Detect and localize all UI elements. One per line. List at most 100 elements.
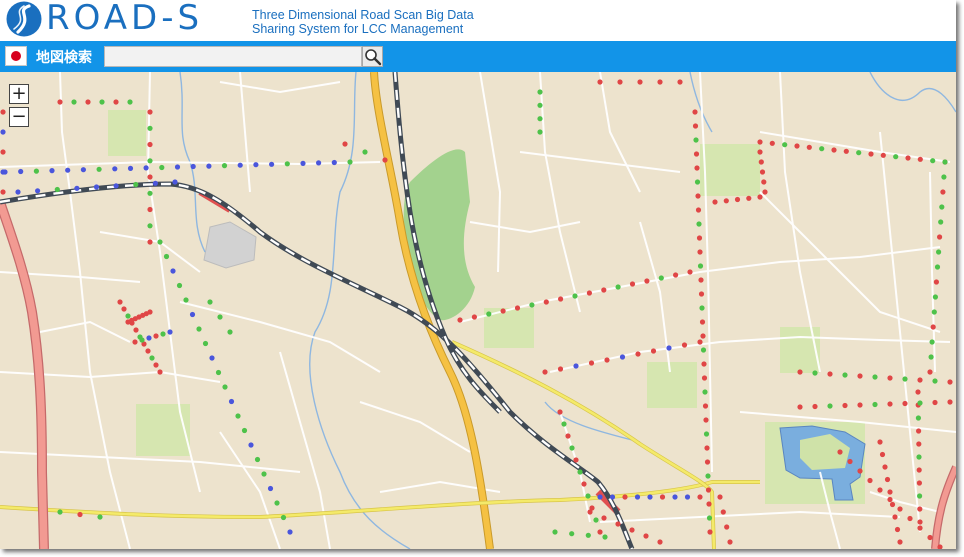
survey-marker[interactable] bbox=[253, 162, 259, 168]
survey-marker[interactable] bbox=[147, 109, 153, 115]
survey-marker[interactable] bbox=[609, 494, 616, 500]
survey-marker[interactable] bbox=[65, 167, 71, 173]
survey-marker[interactable] bbox=[702, 403, 709, 409]
survey-marker[interactable] bbox=[672, 494, 678, 500]
survey-marker[interactable] bbox=[879, 451, 886, 458]
survey-marker[interactable] bbox=[635, 351, 641, 357]
survey-marker[interactable] bbox=[938, 219, 944, 225]
survey-marker[interactable] bbox=[558, 296, 564, 302]
survey-marker[interactable] bbox=[698, 291, 705, 297]
survey-marker[interactable] bbox=[757, 139, 763, 145]
survey-marker[interactable] bbox=[856, 150, 862, 156]
survey-marker[interactable] bbox=[542, 369, 548, 375]
survey-marker[interactable] bbox=[677, 79, 683, 85]
survey-marker[interactable] bbox=[500, 308, 506, 314]
survey-marker[interactable] bbox=[121, 306, 127, 312]
survey-marker[interactable] bbox=[884, 476, 891, 483]
survey-marker[interactable] bbox=[915, 389, 921, 395]
survey-marker[interactable] bbox=[248, 442, 254, 448]
survey-marker[interactable] bbox=[705, 473, 711, 479]
survey-marker[interactable] bbox=[71, 99, 77, 105]
survey-marker[interactable] bbox=[529, 302, 535, 308]
survey-marker[interactable] bbox=[331, 159, 337, 166]
survey-marker[interactable] bbox=[347, 159, 353, 165]
survey-marker[interactable] bbox=[696, 235, 703, 241]
survey-marker[interactable] bbox=[724, 524, 730, 530]
survey-marker[interactable] bbox=[940, 189, 946, 195]
survey-marker[interactable] bbox=[706, 515, 713, 521]
survey-marker[interactable] bbox=[699, 319, 706, 325]
survey-marker[interactable] bbox=[797, 369, 803, 375]
survey-marker[interactable] bbox=[907, 515, 913, 522]
survey-marker[interactable] bbox=[916, 428, 922, 434]
survey-marker[interactable] bbox=[897, 539, 903, 545]
survey-marker[interactable] bbox=[937, 234, 943, 240]
survey-marker[interactable] bbox=[221, 163, 228, 169]
survey-marker[interactable] bbox=[196, 326, 202, 332]
survey-marker[interactable] bbox=[585, 532, 591, 538]
survey-marker[interactable] bbox=[537, 116, 543, 122]
japan-flag-icon[interactable] bbox=[5, 46, 27, 66]
survey-marker[interactable] bbox=[704, 445, 710, 451]
survey-marker[interactable] bbox=[552, 529, 558, 535]
survey-marker[interactable] bbox=[241, 427, 248, 434]
survey-marker[interactable] bbox=[33, 168, 40, 174]
survey-marker[interactable] bbox=[887, 496, 893, 503]
survey-marker[interactable] bbox=[673, 272, 679, 278]
survey-marker[interactable] bbox=[267, 485, 274, 492]
survey-marker[interactable] bbox=[189, 311, 196, 318]
survey-marker[interactable] bbox=[942, 159, 948, 165]
survey-marker[interactable] bbox=[857, 373, 863, 379]
survey-marker[interactable] bbox=[917, 400, 923, 406]
survey-marker[interactable] bbox=[887, 401, 893, 407]
survey-marker[interactable] bbox=[167, 329, 173, 335]
survey-marker[interactable] bbox=[917, 525, 923, 531]
survey-marker[interactable] bbox=[133, 181, 139, 188]
survey-marker[interactable] bbox=[57, 99, 63, 105]
survey-marker[interactable] bbox=[872, 374, 878, 380]
survey-marker[interactable] bbox=[917, 377, 923, 383]
survey-marker[interactable] bbox=[0, 129, 6, 135]
survey-marker[interactable] bbox=[514, 305, 521, 311]
survey-marker[interactable] bbox=[702, 389, 708, 395]
survey-marker[interactable] bbox=[228, 398, 235, 405]
survey-marker[interactable] bbox=[602, 534, 608, 540]
survey-marker[interactable] bbox=[629, 281, 636, 287]
survey-marker[interactable] bbox=[694, 165, 700, 171]
survey-marker[interactable] bbox=[930, 158, 936, 164]
survey-marker[interactable] bbox=[892, 514, 898, 520]
survey-marker[interactable] bbox=[727, 539, 733, 545]
survey-marker[interactable] bbox=[692, 123, 699, 129]
survey-marker[interactable] bbox=[703, 431, 710, 437]
survey-marker[interactable] bbox=[573, 363, 579, 369]
survey-marker[interactable] bbox=[471, 314, 477, 320]
survey-marker[interactable] bbox=[707, 529, 713, 535]
survey-marker[interactable] bbox=[127, 165, 134, 171]
survey-marker[interactable] bbox=[147, 206, 153, 213]
survey-marker[interactable] bbox=[697, 339, 703, 345]
survey-marker[interactable] bbox=[183, 297, 189, 303]
survey-marker[interactable] bbox=[917, 156, 923, 162]
survey-marker[interactable] bbox=[601, 515, 607, 521]
survey-marker[interactable] bbox=[35, 188, 41, 194]
survey-marker[interactable] bbox=[917, 493, 923, 499]
survey-marker[interactable] bbox=[15, 189, 21, 195]
survey-marker[interactable] bbox=[761, 179, 767, 185]
survey-marker[interactable] bbox=[147, 158, 153, 164]
survey-marker[interactable] bbox=[49, 168, 55, 174]
survey-marker[interactable] bbox=[658, 275, 664, 281]
survey-marker[interactable] bbox=[0, 109, 6, 115]
survey-marker[interactable] bbox=[693, 151, 700, 157]
survey-marker[interactable] bbox=[486, 311, 492, 317]
survey-marker[interactable] bbox=[916, 454, 922, 460]
survey-marker[interactable] bbox=[782, 142, 788, 148]
survey-marker[interactable] bbox=[601, 287, 607, 293]
survey-marker[interactable] bbox=[762, 189, 768, 195]
survey-marker[interactable] bbox=[235, 413, 241, 419]
survey-marker[interactable] bbox=[867, 477, 873, 484]
survey-marker[interactable] bbox=[174, 164, 181, 170]
survey-marker[interactable] bbox=[237, 162, 243, 168]
survey-marker[interactable] bbox=[819, 146, 825, 152]
survey-marker[interactable] bbox=[687, 269, 693, 275]
survey-marker[interactable] bbox=[597, 79, 603, 85]
